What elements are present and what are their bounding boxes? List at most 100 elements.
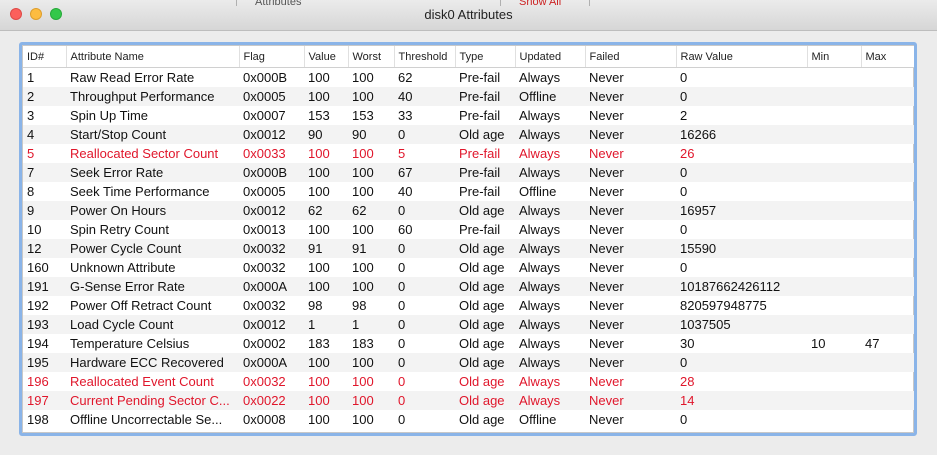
- column-header-raw-value[interactable]: Raw Value: [676, 46, 808, 68]
- cell-worst: 100: [352, 222, 374, 237]
- cell-id: 9: [23, 201, 66, 220]
- table-row[interactable]: 196 Reallocated Event Count 0x0032 100 100 0 O…: [23, 372, 914, 391]
- cell-flag: 0x000B: [239, 163, 304, 182]
- table-row[interactable]: 160 Unknown Attribute 0x0032 100 100 0 Old age…: [23, 258, 914, 277]
- column-header-type[interactable]: Type: [455, 46, 516, 68]
- table-row[interactable]: 5 Reallocated Sector Count 0x0033 100 100 5 Pr…: [23, 144, 914, 163]
- cell-max: [861, 182, 914, 201]
- cell-value: 100: [304, 87, 348, 106]
- cell-min: [807, 315, 861, 334]
- cell-failed: Never: [589, 336, 624, 351]
- cell-id: 160: [27, 260, 49, 275]
- column-header-updated[interactable]: Updated: [515, 46, 586, 68]
- column-header-attribute-name[interactable]: Attribute Name: [66, 46, 240, 68]
- cell-attribute-name: Load Cycle Count: [66, 315, 239, 334]
- column-header-id[interactable]: ID#: [23, 46, 67, 68]
- column-header-threshold[interactable]: Threshold: [394, 46, 456, 68]
- cell-failed: Never: [585, 87, 676, 106]
- table-row[interactable]: 7 Seek Error Rate 0x000B 100 100 67 Pre-fail Al…: [23, 163, 914, 182]
- cell-raw-value: 16266: [676, 125, 807, 144]
- cell-raw-value: 0: [676, 163, 807, 182]
- cell-flag: 0x0007: [243, 108, 286, 123]
- background-window-tab: Attributes: [236, 0, 345, 6]
- table-row[interactable]: 2 Throughput Performance 0x0005 100 100 40 Pre…: [23, 87, 914, 106]
- cell-raw-value: 0: [680, 184, 688, 199]
- table-row[interactable]: 191 G-Sense Error Rate 0x000A 100 100 0 Old ag…: [23, 277, 914, 296]
- column-header-min[interactable]: Min: [807, 46, 862, 68]
- column-header-worst[interactable]: Worst: [348, 46, 395, 68]
- column-header-value[interactable]: Value: [304, 46, 349, 68]
- cell-attribute-name: Hardware ECC Recovered: [66, 353, 239, 372]
- cell-max: [861, 239, 914, 258]
- table-row[interactable]: 10 Spin Retry Count 0x0013 100 100 60 Pre-fail…: [23, 220, 914, 239]
- cell-value: 100: [304, 277, 348, 296]
- cell-min: [807, 163, 861, 182]
- cell-max: [861, 220, 914, 239]
- table-row[interactable]: 1 Raw Read Error Rate 0x000B 100 100 62 Pre-fa…: [23, 68, 914, 88]
- cell-type: Pre-fail: [459, 146, 501, 161]
- cell-threshold: 0: [394, 277, 455, 296]
- cell-min: [807, 258, 861, 277]
- cell-threshold: 40: [398, 184, 413, 199]
- cell-worst: 153: [352, 108, 374, 123]
- cell-attribute-name: Throughput Performance: [66, 87, 239, 106]
- column-header-flag[interactable]: Flag: [239, 46, 305, 68]
- cell-failed: Never: [589, 298, 624, 313]
- cell-threshold: 0: [394, 315, 455, 334]
- table-row[interactable]: 198 Offline Uncorrectable Se... 0x0008 100 1…: [23, 410, 914, 429]
- cell-type: Pre-fail: [455, 87, 515, 106]
- table-row[interactable]: 9 Power On Hours 0x0012 62 62 0 Old age Always N…: [23, 201, 914, 220]
- title-bar[interactable]: Attributes Show All disk0 Attributes: [0, 0, 937, 31]
- cell-threshold: 60: [398, 222, 413, 237]
- cell-flag: 0x0013: [243, 222, 286, 237]
- cell-raw-value: 2: [680, 108, 688, 123]
- window-title: disk0 Attributes: [424, 7, 513, 22]
- cell-flag: 0x0032: [239, 239, 304, 258]
- column-header-max[interactable]: Max: [861, 46, 914, 68]
- cell-max: [861, 163, 914, 182]
- cell-threshold: 0: [394, 125, 455, 144]
- table-row[interactable]: 12 Power Cycle Count 0x0032 91 91 0 Old age Alw…: [23, 239, 914, 258]
- cell-updated: Always: [519, 260, 561, 275]
- table-row[interactable]: 3 Spin Up Time 0x0007 153 153 33 Pre-fail Alway…: [23, 106, 914, 125]
- cell-id: 8: [27, 184, 35, 199]
- cell-attribute-name: Power Off Retract Count: [70, 298, 212, 313]
- cell-attribute-name: Raw Read Error Rate: [70, 70, 195, 85]
- cell-id: 193: [23, 315, 66, 334]
- table-row[interactable]: 194 Temperature Celsius 0x0002 183 183 0 Old a…: [23, 334, 914, 353]
- table-row[interactable]: 193 Load Cycle Count 0x0012 1 1 0 Old age Alway…: [23, 315, 914, 334]
- cell-failed: Never: [585, 315, 676, 334]
- cell-failed: Never: [589, 412, 624, 427]
- table-row[interactable]: 4 Start/Stop Count 0x0012 90 90 0 Old age Alway…: [23, 125, 914, 144]
- cell-threshold: 0: [398, 336, 406, 351]
- attributes-table-frame[interactable]: ID# Attribute Name Flag Value Worst Threshold…: [19, 42, 917, 436]
- cell-id: 7: [23, 163, 66, 182]
- table-row[interactable]: 195 Hardware ECC Recovered 0x000A 100 100 0 Ol…: [23, 353, 914, 372]
- cell-max: [861, 68, 914, 88]
- cell-worst: 100: [352, 184, 374, 199]
- cell-max: [861, 125, 914, 144]
- cell-failed: Never: [589, 184, 624, 199]
- cell-value: 100: [308, 70, 330, 85]
- cell-failed: Never: [585, 239, 676, 258]
- column-header-failed[interactable]: Failed: [585, 46, 677, 68]
- cell-worst: 100: [352, 260, 374, 275]
- cell-flag: 0x0008: [243, 412, 286, 427]
- table-row[interactable]: 8 Seek Time Performance 0x0005 100 100 40 Pre-…: [23, 182, 914, 201]
- cell-updated: Always: [515, 315, 585, 334]
- table-header-row: ID# Attribute Name Flag Value Worst Threshold…: [23, 46, 914, 68]
- cell-threshold: 0: [398, 374, 406, 389]
- cell-max: 47: [865, 336, 880, 351]
- cell-id: 194: [27, 336, 49, 351]
- cell-attribute-name: Start/Stop Count: [66, 125, 239, 144]
- cell-min: [807, 106, 861, 125]
- cell-value: 100: [304, 353, 348, 372]
- cell-updated: Always: [515, 391, 585, 410]
- cell-max: [861, 144, 914, 163]
- table-row[interactable]: 197 Current Pending Sector C... 0x0022 100 1…: [23, 391, 914, 410]
- cell-worst: 100: [352, 412, 374, 427]
- cell-raw-value: 15590: [676, 239, 807, 258]
- cell-updated: Always: [515, 201, 585, 220]
- cell-threshold: 40: [394, 87, 455, 106]
- table-row[interactable]: 192 Power Off Retract Count 0x0032 98 98 0 Old…: [23, 296, 914, 315]
